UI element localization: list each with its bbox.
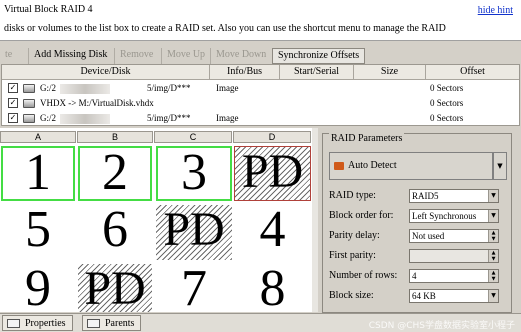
synchronize-offsets-button[interactable]: Synchronize Offsets xyxy=(272,48,366,64)
block-order-select[interactable]: Left Synchronous ▼ xyxy=(409,209,499,223)
redacted-path xyxy=(60,84,110,94)
device-path-tail: 5/img/D*** xyxy=(147,83,191,93)
table-row[interactable]: ✓ G:/2 5/img/D*** Image 0 Sectors xyxy=(2,111,519,126)
grid-col-c: C xyxy=(154,131,232,143)
grid-cell-parity[interactable]: PD xyxy=(234,146,311,201)
disk-icon xyxy=(23,84,35,93)
block-size-label: Block size: xyxy=(329,290,374,301)
disk-checkbox[interactable]: ✓ xyxy=(8,98,18,108)
auto-detect-dropdown[interactable]: ▼ xyxy=(493,152,507,180)
block-size-value: 64 KB xyxy=(412,291,436,301)
block-size-select[interactable]: 64 KB ▼ xyxy=(409,289,499,303)
raid-block-grid[interactable]: A B C D 1 2 3 PD 5 6 PD 4 9 PD 7 8 xyxy=(0,128,318,312)
remove-button[interactable]: Remove xyxy=(114,48,158,64)
raid-type-label: RAID type: xyxy=(329,190,376,201)
device-name: G:/2 xyxy=(40,113,57,123)
tab-parents[interactable]: Parents xyxy=(82,315,142,331)
device-info xyxy=(216,96,276,111)
disk-checkbox[interactable]: ✓ xyxy=(8,113,18,123)
raid-parameters-title: RAID Parameters xyxy=(329,133,405,144)
window-title: Virtual Block RAID 4 xyxy=(4,4,93,15)
block-order-value: Left Synchronous xyxy=(412,211,477,221)
device-offset: 0 Sectors xyxy=(430,113,464,123)
number-of-rows-value: 4 xyxy=(412,271,417,281)
table-row[interactable]: ✓ VHDX -> M:/VirtualDisk.vhdx 0 Sectors xyxy=(2,96,519,111)
tab-properties[interactable]: Properties xyxy=(2,315,73,331)
disk-table: Device/Disk Info/Bus Start/Serial Size O… xyxy=(1,64,520,126)
first-parity-stepper[interactable]: ▲ ▼ xyxy=(409,249,499,263)
move-down-button[interactable]: Move Down xyxy=(210,48,271,64)
spin-arrows-icon[interactable]: ▲ ▼ xyxy=(488,250,498,262)
grid-cell[interactable]: 9 xyxy=(1,264,75,312)
hint-text: disks or volumes to the list box to crea… xyxy=(4,23,446,34)
bottom-tab-bar: Properties Parents CSDN @CHS学盘数据实验室小程子 xyxy=(0,313,521,332)
grid-cell-parity[interactable]: PD xyxy=(78,264,152,312)
add-missing-disk-button[interactable]: Add Missing Disk xyxy=(28,48,112,64)
raid-type-value: RAID5 xyxy=(412,191,439,201)
device-info: Image xyxy=(216,83,239,93)
move-up-button[interactable]: Move Up xyxy=(161,48,210,64)
col-size[interactable]: Size xyxy=(354,65,426,80)
parity-delay-stepper[interactable]: Not used ▲ ▼ xyxy=(409,229,499,243)
number-of-rows-label: Number of rows: xyxy=(329,270,398,281)
chevron-down-icon[interactable]: ▼ xyxy=(488,190,498,202)
grid-cell[interactable]: 7 xyxy=(156,264,232,312)
toolbar: te Add Missing Disk Remove Move Up Move … xyxy=(0,48,521,64)
grid-cell[interactable]: 2 xyxy=(78,146,152,201)
raid-type-select[interactable]: RAID5 ▼ xyxy=(409,189,499,203)
properties-icon xyxy=(7,319,20,328)
grid-cell[interactable]: 4 xyxy=(234,205,311,260)
chevron-down-icon[interactable]: ▼ xyxy=(488,290,498,302)
raid-parameters-group: RAID Parameters Auto Detect ▼ RAID type:… xyxy=(322,133,512,313)
block-order-label: Block order for: xyxy=(329,210,394,221)
grid-cell-parity[interactable]: PD xyxy=(156,205,232,260)
col-device-disk[interactable]: Device/Disk xyxy=(2,65,210,80)
device-offset: 0 Sectors xyxy=(430,98,464,108)
spin-arrows-icon[interactable]: ▲ ▼ xyxy=(488,230,498,242)
table-header: Device/Disk Info/Bus Start/Serial Size O… xyxy=(2,65,519,80)
grid-cell[interactable]: 3 xyxy=(156,146,232,201)
parity-delay-value: Not used xyxy=(412,231,445,241)
hide-hint-link[interactable]: hide hint xyxy=(478,5,513,16)
grid-col-b: B xyxy=(77,131,153,143)
grid-cell[interactable]: 5 xyxy=(1,205,75,260)
device-name: G:/2 xyxy=(40,83,57,93)
auto-detect-label: Auto Detect xyxy=(348,160,397,171)
col-info-bus[interactable]: Info/Bus xyxy=(210,65,280,80)
tab-parents-label: Parents xyxy=(105,318,135,329)
col-start-serial[interactable]: Start/Serial xyxy=(280,65,354,80)
disk-icon xyxy=(23,114,35,123)
watermark: CSDN @CHS学盘数据实验室小程子 xyxy=(368,321,515,331)
auto-detect-icon xyxy=(334,162,344,170)
redacted-path xyxy=(60,114,110,124)
disk-checkbox[interactable]: ✓ xyxy=(8,83,18,93)
device-name: VHDX -> M:/VirtualDisk.vhdx xyxy=(40,98,154,108)
vhdx-icon xyxy=(23,99,35,108)
parity-delay-label: Parity delay: xyxy=(329,230,380,241)
chevron-down-icon[interactable]: ▼ xyxy=(488,210,498,222)
hint-panel: Virtual Block RAID 4 hide hint disks or … xyxy=(0,0,521,41)
grid-col-d: D xyxy=(233,131,311,143)
auto-detect-button[interactable]: Auto Detect xyxy=(329,152,493,180)
tab-properties-label: Properties xyxy=(25,318,66,329)
device-info: Image xyxy=(216,113,239,123)
grid-scrollbar[interactable] xyxy=(312,128,318,312)
number-of-rows-stepper[interactable]: 4 ▲ ▼ xyxy=(409,269,499,283)
col-offset[interactable]: Offset xyxy=(426,65,519,80)
parents-icon xyxy=(87,319,100,328)
grid-cell[interactable]: 1 xyxy=(1,146,75,201)
grid-cell[interactable]: 6 xyxy=(78,205,152,260)
delete-button[interactable]: te xyxy=(0,48,17,64)
grid-col-a: A xyxy=(0,131,76,143)
grid-cell[interactable]: 8 xyxy=(234,264,311,312)
device-path-tail: 5/img/D*** xyxy=(147,113,191,123)
device-offset: 0 Sectors xyxy=(430,83,464,93)
raid-parameters-panel: RAID Parameters Auto Detect ▼ RAID type:… xyxy=(322,128,512,313)
spin-arrows-icon[interactable]: ▲ ▼ xyxy=(488,270,498,282)
first-parity-label: First parity: xyxy=(329,250,376,261)
table-row[interactable]: ✓ G:/2 5/img/D*** Image 0 Sectors xyxy=(2,81,519,96)
